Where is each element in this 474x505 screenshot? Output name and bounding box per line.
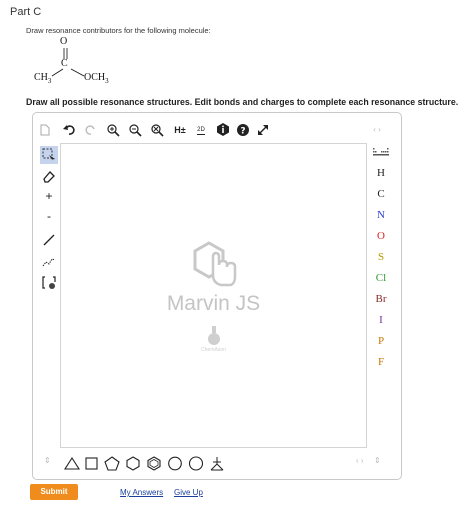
cyclopropane-icon[interactable] [64,456,80,471]
give-up-link[interactable]: Give Up [174,488,203,497]
element-s-button[interactable]: S [372,251,390,263]
submit-button[interactable]: Submit [30,484,78,500]
methyl-group: CH3 [34,72,52,85]
element-f-button[interactable]: F [372,356,390,368]
clean-2d-button[interactable]: 2D [194,121,208,139]
oxygen-atom: O [60,36,68,47]
benzene-icon[interactable] [146,456,162,471]
part-title: Part C [10,6,42,18]
info-hexagon-icon[interactable] [216,121,230,139]
watermark-text: Marvin JS [166,292,261,315]
help-icon[interactable]: ? [236,121,250,139]
drawing-canvas[interactable]: Marvin JS ChemAxon [60,143,367,448]
scroll-updown-right-icon[interactable]: ⇕ [374,456,381,465]
element-i-button[interactable]: I [372,314,390,326]
svg-text:?: ? [240,127,245,137]
element-p-button[interactable]: P [372,335,390,347]
cyclooctane-icon[interactable] [188,456,204,471]
marvin-logo-icon [193,241,237,287]
cyclopentane-icon[interactable] [104,456,120,471]
bottom-toolbar: ⇕ ‹ › ⇕ [40,456,390,472]
toolbar-scroll-arrows-icon[interactable]: ‹ › [370,121,384,139]
chemaxon-text: ChemAxon [201,347,226,353]
explicit-hydrogens-button[interactable]: H± [171,121,189,139]
element-br-button[interactable]: Br [372,293,390,305]
top-toolbar: H± 2D ? ‹ › [38,121,381,141]
single-bond-icon[interactable] [40,231,58,249]
fullscreen-icon[interactable] [256,121,270,139]
scroll-updown-icon[interactable]: ⇕ [44,456,51,465]
zoom-out-icon[interactable] [128,121,142,139]
methoxy-group: OCH3 [84,72,109,85]
undo-icon[interactable] [62,121,76,139]
decrease-charge-button[interactable]: - [40,207,58,225]
cycloheptane-icon[interactable] [167,456,183,471]
zoom-in-icon[interactable] [106,121,120,139]
increase-charge-button[interactable]: + [40,187,58,205]
chain-tool-icon[interactable] [40,252,58,270]
new-document-icon[interactable] [38,121,52,139]
cyclohexane-icon[interactable] [125,456,141,471]
chemaxon-flask-icon [208,326,220,345]
periodic-table-icon[interactable] [372,148,390,161]
element-h-button[interactable]: H [372,167,390,179]
zoom-fit-icon[interactable] [150,121,164,139]
redo-icon[interactable] [84,121,98,139]
eraser-icon[interactable] [40,168,58,186]
question-prompt: Draw resonance contributors for the foll… [26,26,211,35]
rectangle-select-icon[interactable] [40,146,58,164]
element-n-button[interactable]: N [372,209,390,221]
cyclobutane-icon[interactable] [84,456,100,471]
instruction-text: Draw all possible resonance structures. … [26,97,459,107]
bracket-group-icon[interactable] [40,274,58,292]
element-cl-button[interactable]: Cl [372,272,390,284]
my-answers-link[interactable]: My Answers [120,488,163,497]
molecule-structure: O C CH3 OCH3 [28,36,118,85]
template-scroll-arrows-icon[interactable]: ‹ › [356,456,364,465]
element-c-button[interactable]: C [372,188,390,200]
bicyclic-template-icon[interactable] [209,456,225,471]
element-o-button[interactable]: O [372,230,390,242]
